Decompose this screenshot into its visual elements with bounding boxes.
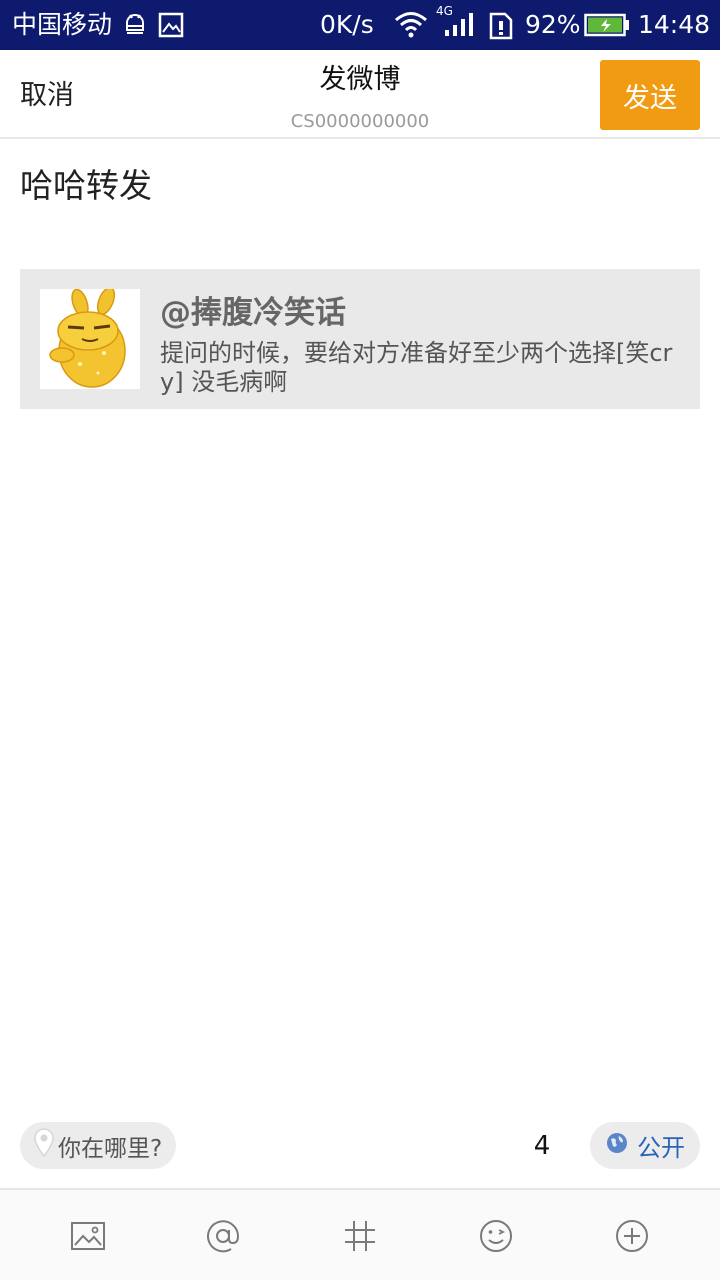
cartoon-rabbit-avatar [40,289,140,389]
image-icon[interactable] [70,1218,106,1254]
status-bar: 中国移动 0K/s 4G 92% 14:48 [0,0,720,50]
quoted-post-author: @捧腹冷笑话 [160,295,346,331]
visibility-button[interactable]: 公开 [590,1122,700,1169]
clock: 14:48 [638,10,711,39]
location-button[interactable]: 你在哪里? [20,1122,177,1169]
hashtag-icon[interactable] [342,1218,378,1254]
visibility-label: 公开 [637,1134,685,1162]
char-count: 4 [533,1131,551,1161]
quoted-post-card[interactable]: @捧腹冷笑话 提问的时候，要给对方准备好至少两个选择[笑cry] 没毛病啊 [20,269,700,409]
battery-percent: 92% [525,10,581,39]
quoted-post-text: 提问的时候，要给对方准备好至少两个选择[笑cry] 没毛病啊 [160,339,673,396]
sim-alert-icon [488,12,514,44]
android-debug-icon [122,12,148,42]
compose-text-input[interactable]: 哈哈转发 [20,164,152,208]
battery-charging-icon [584,13,630,41]
location-label: 你在哪里? [58,1135,163,1162]
location-pin-icon [32,1127,56,1165]
carrier-name: 中国移动 [12,10,113,39]
image-notify-icon [158,12,184,42]
at-mention-icon[interactable] [205,1218,241,1254]
network-speed: 0K/s [320,10,374,39]
compose-header: 取消 发微博 CS0000000000 发送 [0,50,720,139]
signal-icon [443,12,475,42]
compose-toolbar [0,1188,720,1280]
wifi-icon [394,10,428,42]
send-button[interactable]: 发送 [600,60,700,130]
emoji-icon[interactable] [478,1218,514,1254]
globe-icon [605,1131,629,1161]
add-icon[interactable] [614,1218,650,1254]
